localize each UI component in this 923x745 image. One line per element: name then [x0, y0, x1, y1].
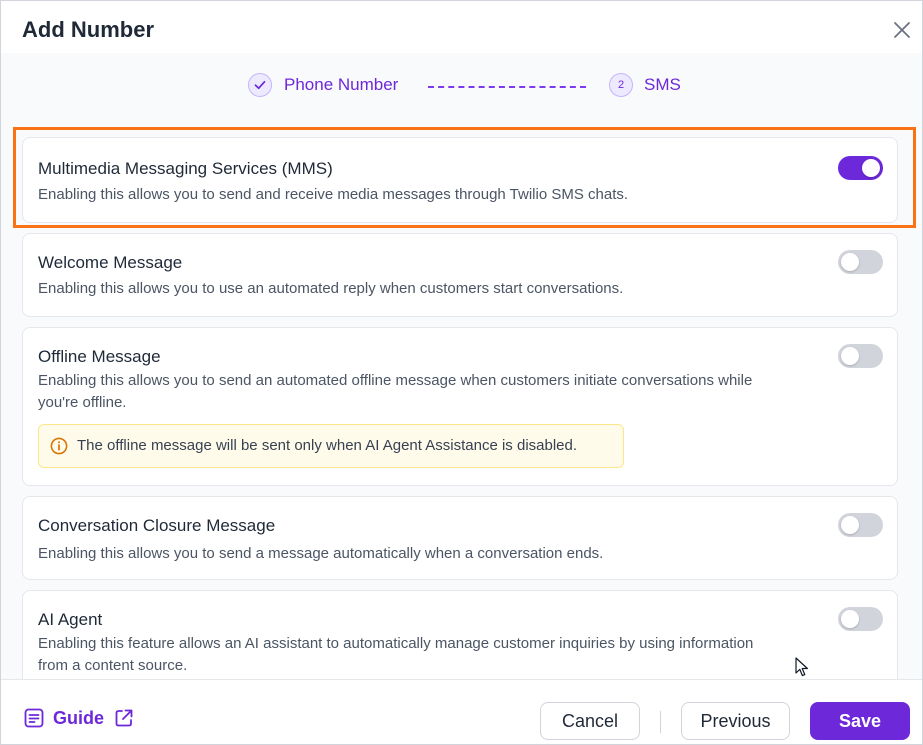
step-phone-number-label: Phone Number	[284, 75, 399, 94]
stepper: Phone Number 2 SMS	[1, 53, 922, 119]
save-button[interactable]: Save	[810, 702, 910, 740]
dialog-header: Add Number	[1, 1, 922, 53]
step-phone-number-indicator	[248, 73, 272, 97]
setting-description: Enabling this feature allows an AI assis…	[38, 635, 754, 674]
setting-card-conversation-closure: Conversation Closure Message Enabling th…	[22, 496, 898, 580]
step-connector	[428, 86, 586, 88]
document-icon	[24, 708, 44, 728]
welcome-message-toggle[interactable]	[838, 250, 883, 274]
mms-toggle[interactable]	[838, 156, 883, 180]
setting-title: Multimedia Messaging Services (MMS)	[38, 159, 333, 178]
offline-message-note: The offline message will be sent only wh…	[38, 424, 624, 468]
external-link-icon	[115, 709, 133, 727]
toggle-knob	[841, 347, 859, 365]
setting-title: Conversation Closure Message	[38, 516, 276, 535]
conversation-closure-toggle[interactable]	[838, 513, 883, 537]
dialog-body[interactable]: Phone Number 2 SMS Multimedia Messaging …	[1, 53, 922, 679]
ai-agent-toggle[interactable]	[838, 607, 883, 631]
dialog-title: Add Number	[22, 17, 154, 42]
setting-title: Offline Message	[38, 347, 161, 366]
step-sms-indicator: 2	[609, 73, 633, 97]
close-icon[interactable]	[893, 21, 911, 39]
setting-title: AI Agent	[38, 610, 103, 629]
setting-description: Enabling this allows you to send a messa…	[38, 545, 604, 562]
toggle-knob	[862, 159, 880, 177]
add-number-dialog: Add Number Phone Number 2 SMS Multimedia…	[0, 0, 923, 745]
setting-description: Enabling this allows you to use an autom…	[38, 280, 624, 297]
setting-card-ai-agent: AI Agent Enabling this feature allows an…	[22, 590, 898, 679]
toggle-knob	[841, 253, 859, 271]
setting-title: Welcome Message	[38, 253, 183, 272]
setting-card-welcome-message: Welcome Message Enabling this allows you…	[22, 233, 898, 317]
guide-link[interactable]: Guide	[23, 707, 135, 729]
footer-divider	[660, 711, 661, 733]
step-sms-label: SMS	[644, 75, 681, 94]
toggle-knob	[841, 516, 859, 534]
dialog-footer: Guide Cancel Previous Save	[1, 679, 922, 744]
note-text: The offline message will be sent only wh…	[77, 437, 578, 454]
toggle-knob	[841, 610, 859, 628]
setting-description: Enabling this allows you to send and rec…	[38, 186, 629, 203]
offline-message-toggle[interactable]	[838, 344, 883, 368]
cancel-button[interactable]: Cancel	[540, 702, 640, 740]
setting-card-offline-message: Offline Message Enabling this allows you…	[22, 327, 898, 486]
check-icon	[254, 80, 266, 90]
previous-button[interactable]: Previous	[681, 702, 790, 740]
setting-description: Enabling this allows you to send an auto…	[38, 372, 753, 411]
info-icon	[50, 437, 68, 455]
setting-card-mms: Multimedia Messaging Services (MMS) Enab…	[22, 137, 898, 223]
guide-label: Guide	[53, 707, 105, 728]
